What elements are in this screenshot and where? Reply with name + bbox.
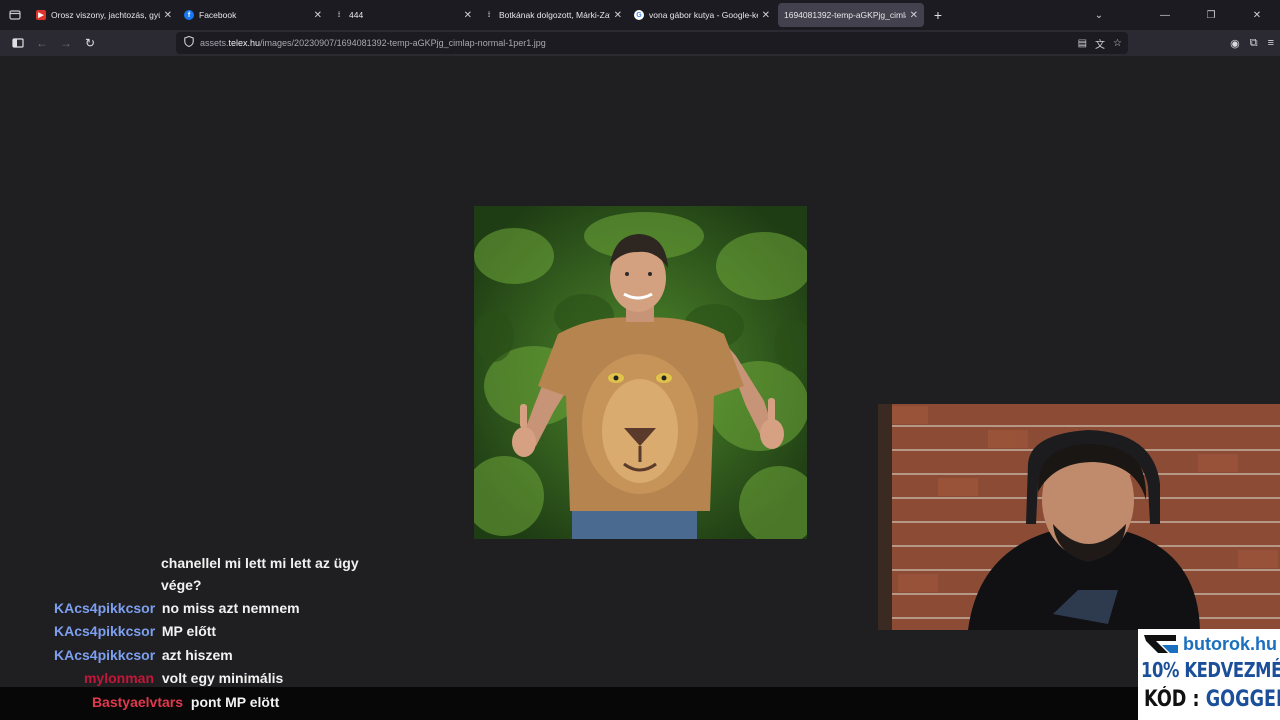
close-icon[interactable]: ✕ <box>464 10 472 21</box>
chat-message-text: volt egy minimális <box>161 670 284 686</box>
chat-message: chanellel mi lett mi lett az ügy <box>161 554 359 572</box>
url-host: telex.hu <box>228 38 261 48</box>
tab-444-article[interactable]: ⁞ Botkának dolgozott, Márki-Zay ✕ <box>478 3 628 27</box>
butorok-logo-icon <box>1144 635 1178 653</box>
close-icon[interactable]: ✕ <box>314 10 322 21</box>
sponsor-brand: butorok.hu <box>1142 632 1277 656</box>
tab-bar: ▶ Orosz viszony, jachtozás, gyűlöl ✕ f F… <box>0 0 1280 30</box>
streamer-webcam <box>878 404 1280 630</box>
tab-youtube[interactable]: ▶ Orosz viszony, jachtozás, gyűlöl ✕ <box>30 3 178 27</box>
sponsor-code-label: KÓD : <box>1144 687 1206 712</box>
444-icon: ⁞ <box>487 11 491 19</box>
chat-message-text: azt hiszem <box>161 647 233 663</box>
chat-message-text: chanellel mi lett mi lett az ügy <box>161 555 359 571</box>
new-tab-button[interactable]: + <box>926 3 950 27</box>
tab-facebook[interactable]: f Facebook ✕ <box>178 3 328 27</box>
account-icon[interactable]: ◉ <box>1230 37 1240 50</box>
sponsor-ad-banner: butorok.hu 10% KEDVEZMÉNY KÓD : GOGGER <box>1138 629 1280 720</box>
google-icon: G <box>634 10 644 20</box>
tab-title: Facebook <box>199 10 237 20</box>
extensions-icon[interactable]: ⧉ <box>1250 37 1258 50</box>
url-text[interactable]: assets.telex.hu/images/20230907/16940813… <box>200 38 546 48</box>
sidebar-icon[interactable] <box>6 32 30 54</box>
tab-444[interactable]: ⁞ 444 ✕ <box>328 3 478 27</box>
navigation-toolbar: ← → ↻ assets.telex.hu/images/20230907/16… <box>0 30 1280 56</box>
sponsor-discount: 10% KEDVEZMÉNY <box>1141 658 1280 682</box>
restore-button[interactable]: ❐ <box>1188 0 1234 30</box>
address-bar[interactable]: assets.telex.hu/images/20230907/16940813… <box>176 32 1128 54</box>
chat-username: KAcs4pikkcsor <box>54 623 156 639</box>
close-window-button[interactable]: ✕ <box>1234 0 1280 30</box>
close-icon[interactable]: ✕ <box>910 10 918 21</box>
translate-icon[interactable]: 文 <box>1095 36 1105 51</box>
man-in-lion-tshirt-photo <box>474 206 807 539</box>
chat-message: mylonman volt egy minimális <box>54 669 283 687</box>
close-icon[interactable]: ✕ <box>762 10 770 21</box>
displayed-image <box>474 206 807 539</box>
chat-message-text: MP előtt <box>161 623 217 639</box>
close-icon[interactable]: ✕ <box>164 10 172 21</box>
url-prefix: assets. <box>200 38 229 48</box>
close-icon[interactable]: ✕ <box>614 10 622 21</box>
minimize-button[interactable]: — <box>1142 0 1188 30</box>
tab-title: Orosz viszony, jachtozás, gyűlöl <box>51 10 160 20</box>
sponsor-code-value: GOGGER <box>1205 687 1280 712</box>
address-actions: ▤ 文 ☆ <box>1078 32 1122 54</box>
tab-title: Botkának dolgozott, Márki-Zay <box>499 10 610 20</box>
tab-image-active[interactable]: 1694081392-temp-aGKPjg_cimlap- ✕ <box>778 3 924 27</box>
bookmark-star-icon[interactable]: ☆ <box>1113 38 1122 49</box>
chat-username: KAcs4pikkcsor <box>54 600 156 616</box>
tab-list-icon[interactable] <box>0 0 30 30</box>
chat-message-text: vége? <box>161 577 202 593</box>
chat-username: Bastyaelvtars <box>91 694 183 710</box>
chat-message-text: no miss azt nemnem <box>161 600 300 616</box>
streamer-webcam-image <box>878 404 1280 630</box>
tab-title: vona gábor kutya - Google-ker <box>649 10 758 20</box>
facebook-icon: f <box>184 10 194 20</box>
site-info-icon[interactable] <box>184 35 194 50</box>
window-controls: ⌄ — ❐ ✕ <box>1084 0 1280 30</box>
sponsor-code: KÓD : GOGGER <box>1144 687 1280 712</box>
youtube-icon: ▶ <box>36 10 46 20</box>
tab-title: 1694081392-temp-aGKPjg_cimlap- <box>784 10 906 20</box>
chat-message: KAcs4pikkcsor MP előtt <box>54 622 216 640</box>
chat-username: mylonman <box>83 670 154 686</box>
url-path: /images/20230907/1694081392-temp-aGKPjg_… <box>260 38 546 48</box>
chat-message: KAcs4pikkcsor no miss azt nemnem <box>54 599 300 617</box>
chat-message-text: pont MP elött <box>190 694 280 710</box>
reload-button[interactable]: ↻ <box>78 32 102 54</box>
sponsor-brand-name: butorok.hu <box>1183 633 1277 654</box>
toolbar-right: ◉ ⧉ ≡ <box>1230 30 1274 56</box>
back-button[interactable]: ← <box>30 32 54 54</box>
menu-icon[interactable]: ≡ <box>1268 37 1274 49</box>
tab-google-search[interactable]: G vona gábor kutya - Google-ker ✕ <box>628 3 776 27</box>
chat-username: KAcs4pikkcsor <box>54 647 156 663</box>
tab-title: 444 <box>349 10 364 20</box>
chat-message: KAcs4pikkcsor azt hiszem <box>54 646 233 664</box>
reader-view-icon[interactable]: ▤ <box>1078 38 1087 49</box>
chevron-down-icon[interactable]: ⌄ <box>1084 0 1114 30</box>
chat-message: Bastyaelvtars pont MP elött <box>54 693 279 711</box>
chat-message: vége? <box>161 576 201 594</box>
forward-button[interactable]: → <box>54 32 78 54</box>
stream-chat-overlay: chanellel mi lett mi lett az ügy vége? K… <box>0 540 470 720</box>
444-icon: ⁞ <box>337 11 341 19</box>
